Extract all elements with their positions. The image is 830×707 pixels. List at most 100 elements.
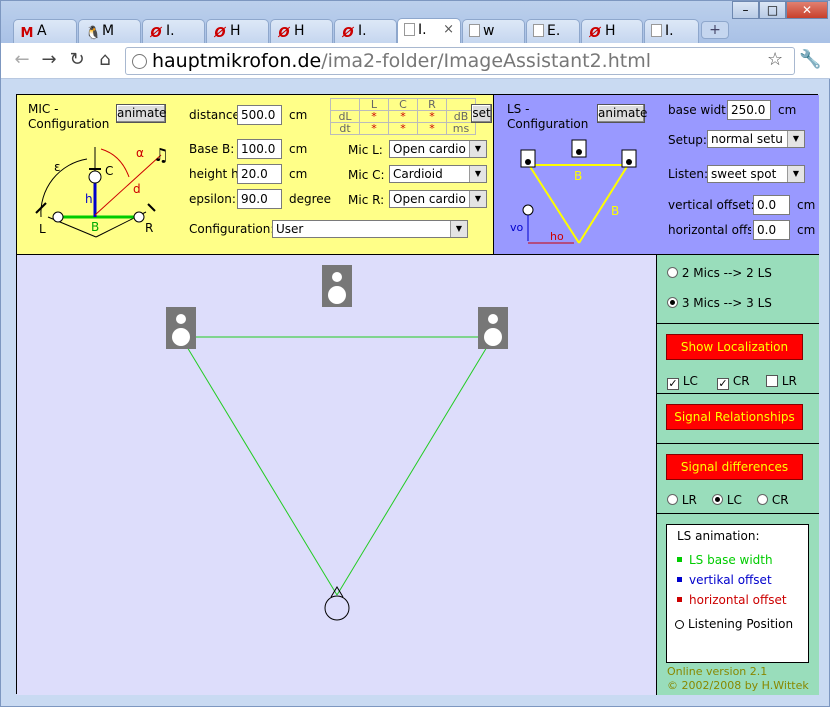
distance-input[interactable] <box>237 105 282 125</box>
tab-label: I. <box>665 23 674 39</box>
radio-lr[interactable]: LR <box>667 493 697 507</box>
dl-c: * <box>388 110 418 123</box>
url-domain: hauptmikrofon.de <box>152 50 322 72</box>
radio-3mics[interactable]: 3 Mics --> 3 LS <box>667 296 772 310</box>
tab-0[interactable]: MA <box>13 19 77 43</box>
listen-label: Listen: <box>668 167 709 181</box>
configuration-select[interactable]: User ▼ <box>272 220 468 238</box>
setup-value: normal setu <box>711 132 783 146</box>
table-head-c: C <box>388 98 418 111</box>
tab-8[interactable]: E. <box>526 19 580 43</box>
url-path: /ima2-folder/ImageAssistant2.html <box>321 50 652 72</box>
vertical-offset-unit: cm <box>797 198 816 212</box>
height-label: height h: <box>189 167 243 181</box>
vertical-offset-label: vertical offset: <box>668 198 755 212</box>
reload-button[interactable]: ↻ <box>66 49 88 71</box>
radio-cr[interactable]: CR <box>757 493 789 507</box>
phi-icon: Ø <box>150 26 162 41</box>
tab-2[interactable]: Ø I. <box>142 19 205 43</box>
base-width-label: base width <box>668 103 734 117</box>
listen-select[interactable]: sweet spot ▼ <box>707 165 805 183</box>
legend-item: LS base width <box>677 553 773 567</box>
signal-relationships-button[interactable]: Signal Relationships <box>666 404 803 430</box>
h-label: h <box>85 192 93 206</box>
tab-9[interactable]: ØH <box>581 19 643 43</box>
horizontal-offset-unit: cm <box>797 223 816 237</box>
mic-r-select[interactable]: Open cardio ▼ <box>389 190 487 208</box>
radio-2mics[interactable]: 2 Mics --> 2 LS <box>667 266 772 280</box>
set-button[interactable]: set <box>471 104 492 123</box>
square-icon <box>677 597 682 602</box>
tab-label: H <box>294 23 305 39</box>
height-input[interactable] <box>237 164 282 184</box>
checkbox-cr[interactable]: ✓ CR <box>717 374 750 390</box>
forward-button[interactable]: → <box>38 49 60 71</box>
tab-6[interactable]: I. × <box>397 18 461 44</box>
tab-4[interactable]: ØH <box>270 19 333 43</box>
tab-3[interactable]: ØH <box>206 19 269 43</box>
show-localization-button[interactable]: Show Localization <box>666 334 803 360</box>
mic-animate-button[interactable]: animate <box>116 104 166 123</box>
tab-strip: M A 🐧M Ø I. Ø H Ø H Ø I. I. × w E. Ø H I. + – □ ✕ <box>1 1 830 44</box>
listener-head[interactable] <box>324 586 350 621</box>
radio-2mics-label: 2 Mics --> 2 LS <box>681 266 772 280</box>
base-input[interactable] <box>237 139 282 159</box>
listen-value: sweet spot <box>711 167 777 181</box>
tab-label: H <box>605 23 616 39</box>
legend-label: Listening Position <box>688 617 794 631</box>
vertical-offset-input[interactable] <box>753 195 790 215</box>
base-width-input[interactable] <box>727 100 771 120</box>
maximize-button[interactable]: □ <box>759 1 786 19</box>
checkbox-empty-icon <box>766 375 778 387</box>
new-tab-button[interactable]: + <box>701 21 729 39</box>
close-window-button[interactable]: ✕ <box>786 1 828 19</box>
visualization-stage <box>17 255 657 695</box>
dl-r: * <box>417 110 447 123</box>
row-dt-label: dt <box>330 122 360 135</box>
tab-1[interactable]: 🐧M <box>78 19 141 43</box>
checkbox-lc[interactable]: ✓ LC <box>667 374 698 390</box>
page-content: MIC - Configuration animate ε α C h d L … <box>16 94 819 695</box>
ls-animate-button[interactable]: animate <box>597 104 647 123</box>
signal-differences-button[interactable]: Signal differences <box>666 454 803 480</box>
tab-7[interactable]: w <box>462 19 525 43</box>
mic-configuration-panel: MIC - Configuration animate ε α C h d L … <box>17 95 494 255</box>
browser-window: M A 🐧M Ø I. Ø H Ø H Ø I. I. × w E. Ø H I. + – □ ✕ ← → ↻ ⌂… <box>0 0 830 707</box>
version-text: Online version 2.1 <box>667 665 768 678</box>
horizontal-offset-input[interactable] <box>753 220 790 240</box>
l-label: L <box>39 222 46 236</box>
mic-title: MIC - Configuration <box>28 102 110 131</box>
radio-3mics-label: 3 Mics --> 3 LS <box>681 296 772 310</box>
epsilon-input[interactable] <box>237 189 282 209</box>
mic-c-select[interactable]: Cardioid ▼ <box>389 165 487 183</box>
d-label: d <box>133 182 141 196</box>
mic-c-value: Cardioid <box>393 167 443 181</box>
music-note-icon: ♫ <box>153 145 169 166</box>
tab-5[interactable]: Ø I. <box>334 19 397 43</box>
mic-l-select[interactable]: Open cardio ▼ <box>389 140 487 158</box>
checkbox-checked-icon: ✓ <box>717 377 729 390</box>
radio-lc[interactable]: LC <box>712 493 742 507</box>
speaker-center <box>322 265 352 307</box>
listener-icon <box>675 620 684 629</box>
setup-select[interactable]: normal setu ▼ <box>707 130 805 148</box>
tab-label: A <box>37 23 47 39</box>
eps-label: ε <box>54 160 61 174</box>
chevron-down-icon: ▼ <box>787 166 804 182</box>
checkbox-lr[interactable]: LR <box>766 374 797 388</box>
home-button[interactable]: ⌂ <box>94 49 116 71</box>
wrench-menu-icon[interactable]: 🔧 <box>799 49 821 70</box>
back-button[interactable]: ← <box>11 49 33 71</box>
ls-settings-panel: base width cm Setup: normal setu ▼ Listen… <box>655 95 819 255</box>
bookmark-star-icon[interactable]: ☆ <box>767 49 783 70</box>
tab-10[interactable]: I. <box>644 19 699 43</box>
checkbox-lr-label: LR <box>781 374 797 388</box>
r-label: R <box>145 221 153 235</box>
distance-label: distance <box>189 108 240 122</box>
close-tab-icon[interactable]: × <box>443 19 454 41</box>
divider <box>657 393 819 394</box>
phi-icon: Ø <box>278 26 290 41</box>
address-bar[interactable]: hauptmikrofon.de/ima2-folder/ImageAssist… <box>125 47 795 75</box>
legend-title: LS animation: <box>677 529 760 543</box>
minimize-button[interactable]: – <box>732 1 759 19</box>
